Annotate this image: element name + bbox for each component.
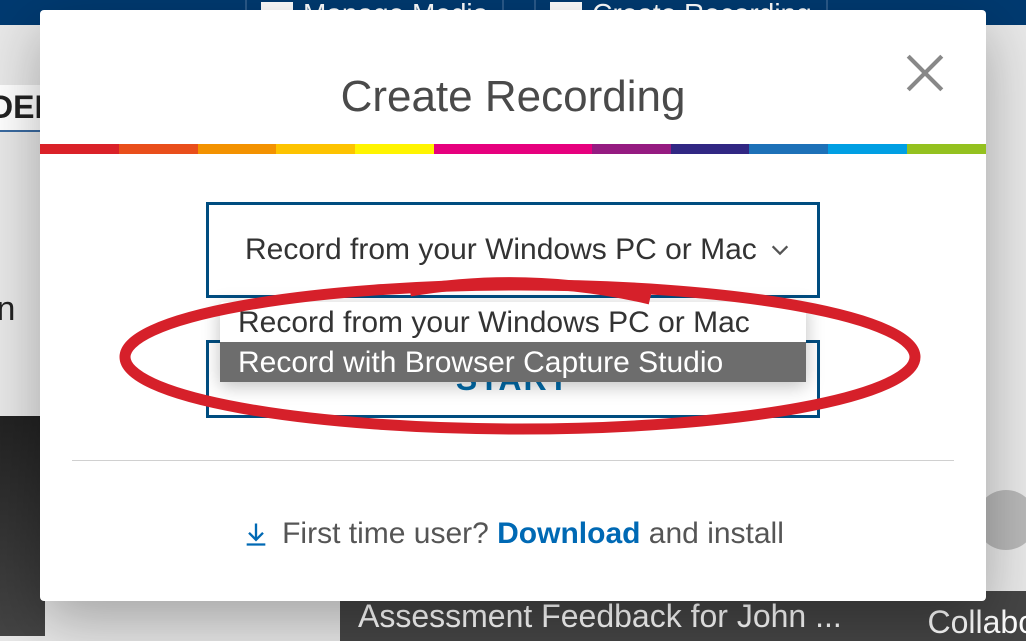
option-label: Record from your Windows PC or Mac xyxy=(238,306,750,339)
close-icon xyxy=(904,52,946,94)
dropdown-options-list: Record from your Windows PC or Mac Recor… xyxy=(220,302,806,382)
background-right-text: Collabo xyxy=(927,604,1026,641)
dropdown-selected[interactable]: Record from your Windows PC or Mac xyxy=(206,202,820,298)
dropdown-option-browser-capture[interactable]: Record with Browser Capture Studio xyxy=(220,342,806,382)
rainbow-divider xyxy=(40,144,986,154)
footer-prefix: First time user? xyxy=(282,517,497,550)
caption-text: Assessment Feedback for John ... xyxy=(358,598,842,635)
chevron-down-icon xyxy=(769,239,791,261)
dropdown-option-windows-mac[interactable]: Record from your Windows PC or Mac xyxy=(220,302,806,342)
section-divider xyxy=(72,460,954,461)
close-button[interactable] xyxy=(904,52,946,94)
option-label: Record with Browser Capture Studio xyxy=(238,346,723,379)
record-source-dropdown[interactable]: Record from your Windows PC or Mac Recor… xyxy=(206,202,820,298)
dropdown-selected-label: Record from your Windows PC or Mac xyxy=(245,233,757,267)
download-icon xyxy=(242,520,270,548)
background-side-text: ion xyxy=(0,290,15,329)
create-recording-modal: Create Recording Record from your Window… xyxy=(40,10,986,601)
download-link[interactable]: Download xyxy=(497,517,640,550)
download-footer: First time user? Download and install xyxy=(40,517,986,551)
footer-suffix: and install xyxy=(640,517,783,550)
background-thumbnail-strip xyxy=(0,416,45,636)
modal-title: Create Recording xyxy=(40,72,986,122)
